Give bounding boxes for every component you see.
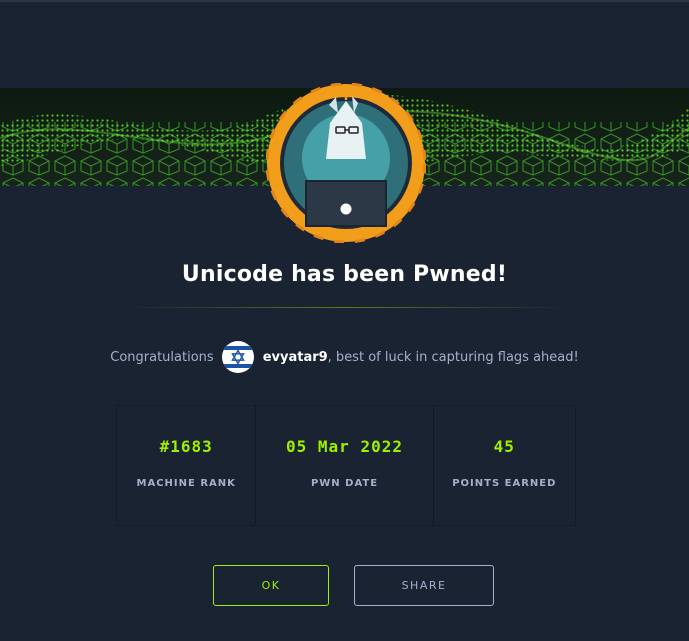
- israel-flag-icon: [221, 341, 254, 373]
- stat-label: MACHINE RANK: [136, 478, 236, 489]
- top-border: [0, 0, 689, 2]
- stat-label: PWN DATE: [310, 478, 379, 489]
- congratulations-message: Congratulations evyatar9 , best of luck …: [0, 340, 689, 374]
- page-title: Unicode has been Pwned!: [181, 262, 508, 287]
- username-link[interactable]: evyatar9: [263, 350, 328, 365]
- title-divider: [124, 307, 566, 308]
- machine-avatar: [266, 83, 426, 243]
- stat-machine-rank: #1683 MACHINE RANK: [117, 406, 257, 525]
- congrats-lead: Congratulations: [110, 349, 214, 365]
- stat-value: #1683: [159, 437, 213, 456]
- ok-button[interactable]: OK: [213, 565, 329, 606]
- stat-points-earned: 45 POINTS EARNED: [433, 406, 575, 525]
- stat-label: POINTS EARNED: [452, 478, 557, 489]
- stat-pwn-date: 05 Mar 2022 PWN DATE: [256, 406, 434, 525]
- stat-value: 45: [493, 437, 515, 456]
- stats-panel: #1683 MACHINE RANK 05 Mar 2022 PWN DATE …: [116, 405, 576, 526]
- share-button[interactable]: SHARE: [354, 565, 494, 606]
- stat-value: 05 Mar 2022: [286, 437, 403, 456]
- congrats-trail: , best of luck in capturing flags ahead!: [327, 349, 579, 365]
